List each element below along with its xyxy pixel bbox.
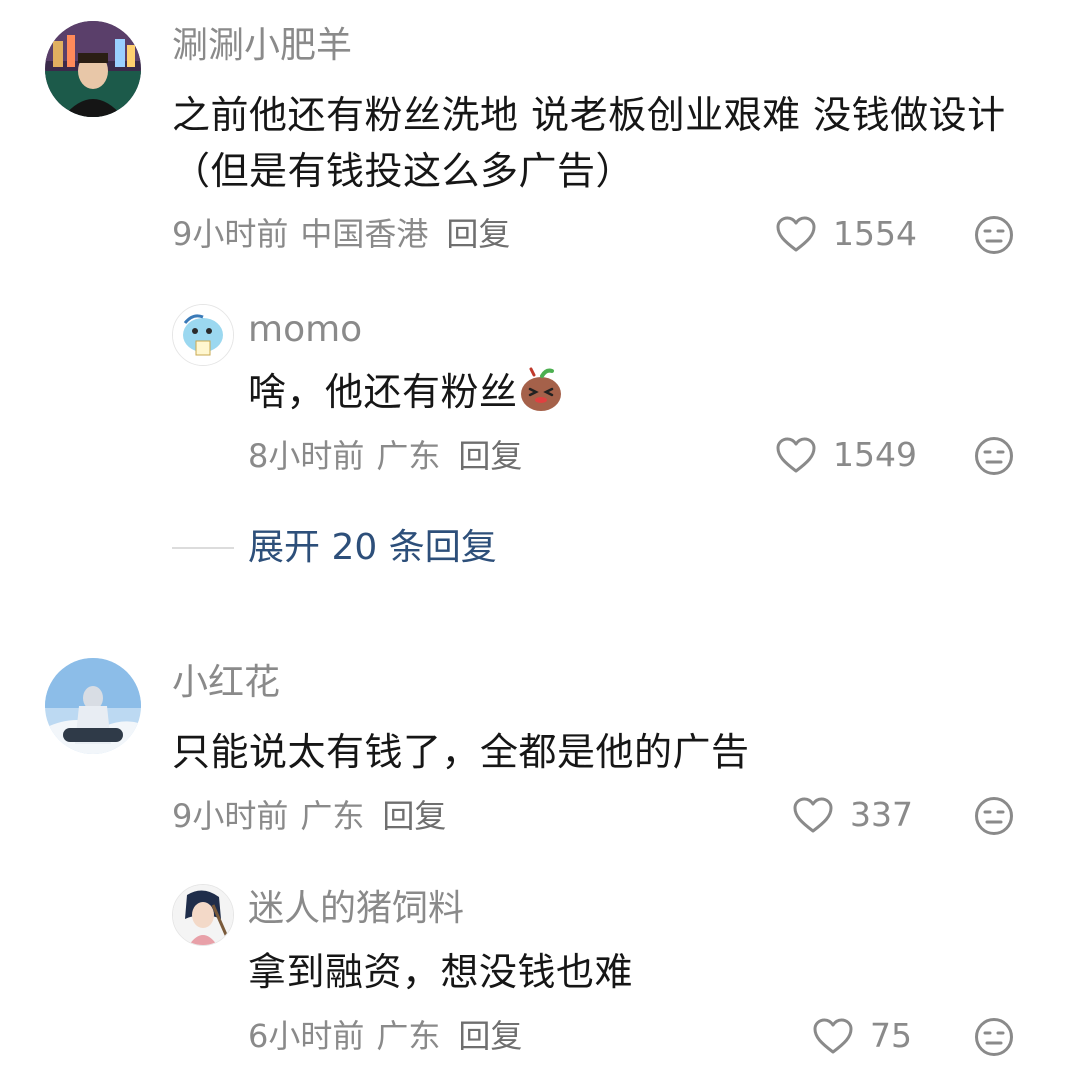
dislike-button[interactable] [974,215,1014,255]
avatar[interactable] [172,884,234,946]
heart-outline-icon [793,797,833,833]
reply-button[interactable]: 回复 [382,797,446,835]
like-count: 1554 [833,214,917,253]
reply-time: 6小时前 [248,1017,365,1055]
reply-location: 广东 [376,1017,441,1055]
dislike-button[interactable] [974,436,1014,476]
comment-username[interactable]: 涮涮小肥羊 [172,24,352,68]
reply-text-content: 啥，他还有粉丝 [248,370,518,414]
comment-location: 广东 [300,797,365,835]
reply-time: 8小时前 [248,437,365,475]
divider [172,547,234,549]
meh-face-icon [975,216,1013,254]
meh-face-icon [975,797,1013,835]
like-count: 1549 [833,435,917,474]
heart-outline-icon [776,437,816,473]
like-button[interactable]: 75 [812,1016,912,1056]
heart-outline-icon [813,1018,853,1054]
reply-text: 啥，他还有粉丝 [248,364,1028,420]
like-count: 337 [850,795,913,834]
heart-outline-icon [776,216,816,252]
like-button[interactable]: 1554 [775,214,917,254]
like-button[interactable]: 337 [792,795,913,835]
comment-meta: 9小时前 中国香港 回复 [172,214,522,254]
reply-meta: 6小时前 广东 回复 [248,1016,534,1056]
comment-username[interactable]: 小红花 [172,661,280,705]
avatar[interactable] [45,658,141,754]
comment-location: 中国香港 [300,215,429,253]
like-count: 75 [870,1016,912,1055]
reply-username[interactable]: momo [248,308,362,352]
avatar[interactable] [172,304,234,366]
comment-time: 9小时前 [172,215,289,253]
comment-text: 只能说太有钱了，全都是他的广告 [172,730,750,774]
expand-replies-button[interactable]: 展开 20 条回复 [172,526,497,570]
dislike-button[interactable] [974,796,1014,836]
comment-text: 之前他还有粉丝洗地 说老板创业艰难 没钱做设计（但是有钱投这么多广告） [172,93,1006,193]
expand-replies-label: 展开 20 条回复 [248,527,497,568]
meh-face-icon [975,437,1013,475]
comments-list: 涮涮小肥羊 之前他还有粉丝洗地 说老板创业艰难 没钱做设计（但是有钱投这么多广告… [0,0,1079,1068]
comment-meta: 9小时前 广东 回复 [172,796,458,836]
reply-button[interactable]: 回复 [458,437,522,475]
potato-emoji-icon [518,367,564,413]
avatar[interactable] [45,21,141,117]
comment-time: 9小时前 [172,797,289,835]
reply-button[interactable]: 回复 [446,215,510,253]
dislike-button[interactable] [974,1017,1014,1057]
reply-meta: 8小时前 广东 回复 [248,436,534,476]
reply-text: 拿到融资，想没钱也难 [248,950,634,994]
reply-username[interactable]: 迷人的猪饲料 [248,887,464,931]
reply-button[interactable]: 回复 [458,1017,522,1055]
like-button[interactable]: 1549 [775,435,917,475]
meh-face-icon [975,1018,1013,1056]
reply-location: 广东 [376,437,441,475]
